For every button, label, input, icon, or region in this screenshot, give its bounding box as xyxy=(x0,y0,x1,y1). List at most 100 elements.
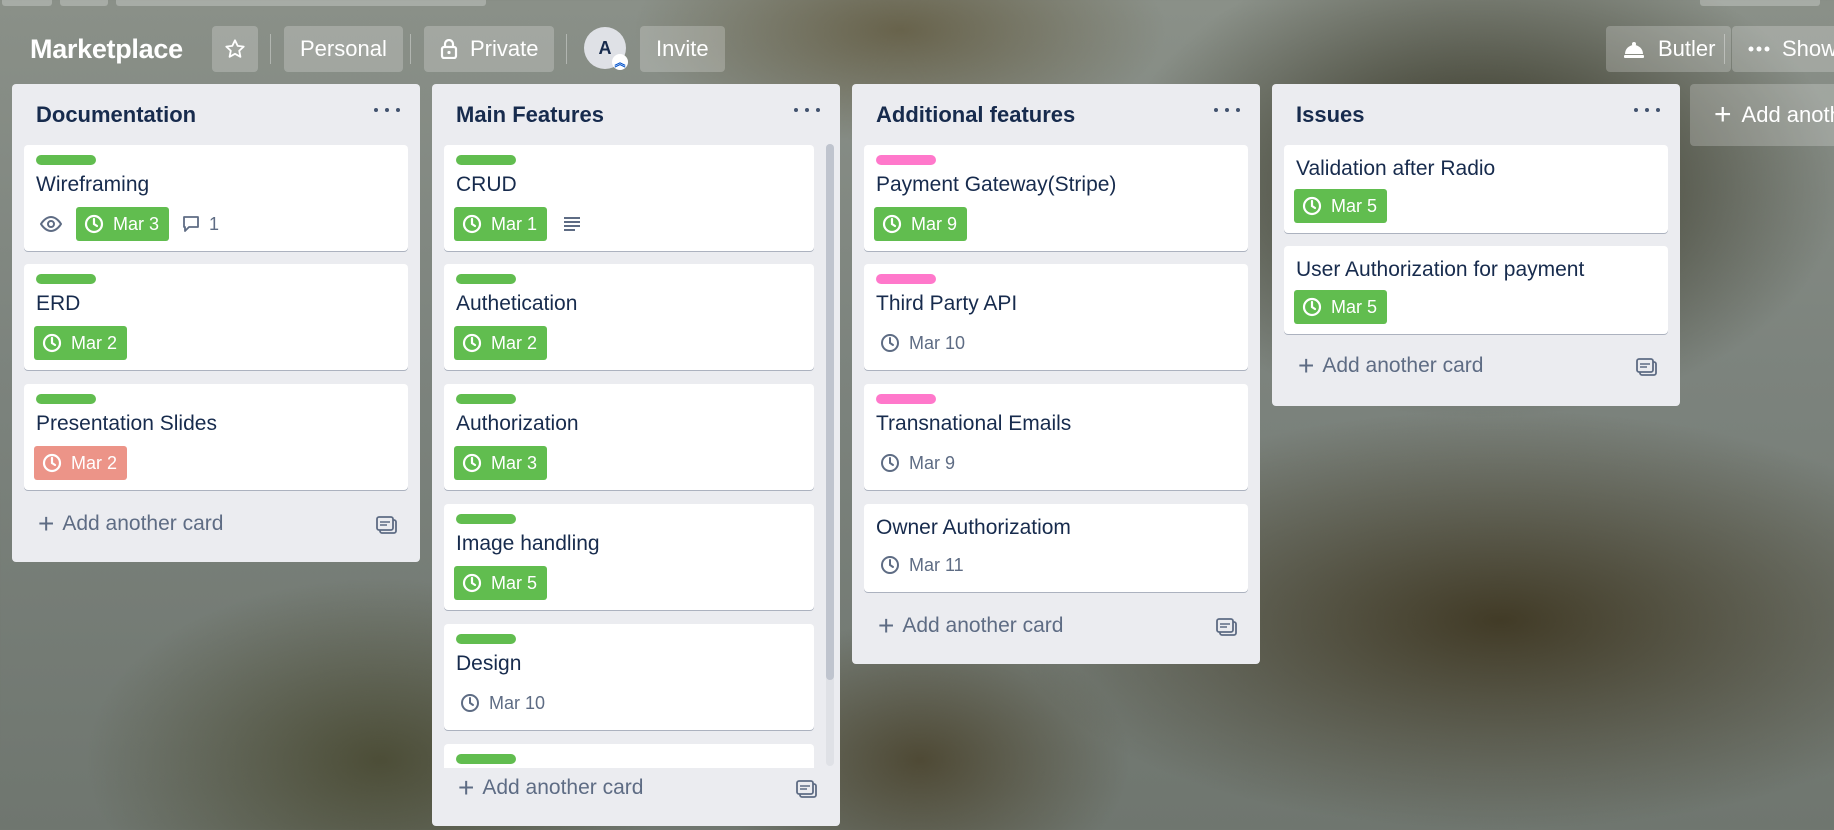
due-date-badge[interactable]: Mar 3 xyxy=(76,207,170,241)
card-user-authorization-payment[interactable]: User Authorization for payment Mar 5 xyxy=(1284,246,1668,334)
due-date-text: Mar 3 xyxy=(491,452,538,473)
card-label-pink[interactable] xyxy=(876,155,936,165)
list-menu-button[interactable] xyxy=(1634,100,1660,120)
card-label-green[interactable] xyxy=(456,274,516,284)
list-menu-button[interactable] xyxy=(374,100,400,120)
due-date-text: Mar 9 xyxy=(909,452,956,473)
card-label-pink[interactable] xyxy=(876,274,936,284)
card-template-icon[interactable] xyxy=(1216,618,1238,643)
avatar-initial: A xyxy=(598,37,612,58)
card-partial[interactable] xyxy=(444,744,814,768)
plus-icon: + xyxy=(1298,350,1315,381)
invite-button[interactable]: Invite xyxy=(640,26,725,72)
scrollbar-thumb[interactable] xyxy=(826,144,834,680)
more-dots-icon xyxy=(385,108,389,112)
due-date-badge[interactable]: Mar 3 xyxy=(454,446,548,480)
card-template-icon[interactable] xyxy=(376,516,398,541)
add-card-button[interactable]: + Add another card xyxy=(1298,352,1483,380)
watching-eye-icon xyxy=(40,216,62,232)
top-nav-strip xyxy=(0,0,1834,10)
header-divider xyxy=(410,34,411,64)
due-date-badge[interactable]: Mar 11 xyxy=(874,548,974,582)
list-scrollbar[interactable] xyxy=(826,144,834,766)
card-label-pink[interactable] xyxy=(876,394,936,404)
card-authorization[interactable]: Authorization Mar 3 xyxy=(444,384,814,490)
card-payment-gateway[interactable]: Payment Gateway(Stripe) Mar 9 xyxy=(864,145,1248,251)
more-dots-icon xyxy=(1225,108,1229,112)
due-date-badge[interactable]: Mar 2 xyxy=(454,326,548,360)
card-label-green[interactable] xyxy=(36,155,96,165)
card-validation-after-radio[interactable]: Validation after Radio Mar 5 xyxy=(1284,145,1668,233)
due-date-badge[interactable]: Mar 5 xyxy=(1294,189,1388,223)
add-card-label: Add another card xyxy=(1322,354,1484,377)
due-date-badge[interactable]: Mar 9 xyxy=(874,207,968,241)
list-title[interactable]: Additional features xyxy=(876,102,1075,128)
admin-chevron-icon: ︽ xyxy=(612,54,628,70)
clock-icon xyxy=(42,333,62,353)
comment-icon xyxy=(183,216,199,232)
due-date-badge[interactable]: Mar 5 xyxy=(454,566,548,600)
comment-count-text: 1 xyxy=(209,213,220,234)
due-date-text: Mar 1 xyxy=(491,213,538,234)
card-authetication[interactable]: Authetication Mar 2 xyxy=(444,264,814,370)
add-card-button[interactable]: + Add another card xyxy=(878,612,1063,640)
visibility-button[interactable]: Private xyxy=(424,26,555,72)
card-title: Payment Gateway(Stripe) xyxy=(876,173,1117,196)
due-date-badge[interactable]: Mar 2 xyxy=(34,326,128,360)
add-list-button[interactable]: + Add anoth xyxy=(1690,84,1834,146)
invite-label: Invite xyxy=(656,36,709,61)
show-menu-label: Show xyxy=(1782,36,1834,61)
list-title[interactable]: Issues xyxy=(1296,102,1365,128)
card-title: Third Party API xyxy=(876,292,1018,315)
card-label-green[interactable] xyxy=(456,754,516,764)
card-owner-authorizatiom[interactable]: Owner Authorizatiom Mar 11 xyxy=(864,504,1248,592)
due-date-badge[interactable]: Mar 10 xyxy=(454,686,555,720)
list-header: Additional features xyxy=(852,84,1260,146)
clock-icon xyxy=(882,214,902,234)
card-badges: Mar 3 xyxy=(454,446,559,480)
card-badges: Mar 9 xyxy=(874,446,977,480)
card-crud[interactable]: CRUD Mar 1 xyxy=(444,145,814,251)
butler-label: Butler xyxy=(1658,36,1716,61)
card-label-green[interactable] xyxy=(36,394,96,404)
card-label-green[interactable] xyxy=(456,514,516,524)
header-divider xyxy=(1724,34,1725,64)
card-template-icon[interactable] xyxy=(1636,358,1658,383)
due-date-text: Mar 2 xyxy=(491,332,538,353)
due-date-badge[interactable]: Mar 10 xyxy=(874,326,975,360)
card-badges: Mar 3 1 xyxy=(34,207,231,241)
butler-button[interactable]: Butler xyxy=(1606,26,1732,72)
add-card-button[interactable]: + Add another card xyxy=(38,510,223,538)
list-title[interactable]: Documentation xyxy=(36,102,196,128)
card-title: Transnational Emails xyxy=(876,412,1072,435)
more-dots-icon xyxy=(1214,108,1218,112)
due-date-text: Mar 5 xyxy=(1331,296,1378,317)
star-button[interactable] xyxy=(212,26,258,72)
more-dots-icon xyxy=(396,108,400,112)
card-wireframing[interactable]: Wireframing Mar 3 1 xyxy=(24,145,408,251)
card-title: CRUD xyxy=(456,173,517,196)
card-label-green[interactable] xyxy=(36,274,96,284)
card-title: User Authorization for payment xyxy=(1296,258,1585,281)
due-date-badge[interactable]: Mar 1 xyxy=(454,207,548,241)
due-date-badge[interactable]: Mar 5 xyxy=(1294,290,1388,324)
team-button[interactable]: Personal xyxy=(284,26,403,72)
card-image-handling[interactable]: Image handling Mar 5 xyxy=(444,504,814,610)
card-erd[interactable]: ERD Mar 2 xyxy=(24,264,408,370)
add-card-button[interactable]: + Add another card xyxy=(458,774,643,802)
due-date-text: Mar 2 xyxy=(71,452,118,473)
show-menu-button[interactable]: Show xyxy=(1732,26,1834,72)
card-label-green[interactable] xyxy=(456,394,516,404)
due-date-badge-overdue[interactable]: Mar 2 xyxy=(34,446,128,480)
list-menu-button[interactable] xyxy=(1214,100,1240,120)
card-title: Validation after Radio xyxy=(1296,157,1496,180)
card-template-icon[interactable] xyxy=(796,780,818,805)
card-third-party-api[interactable]: Third Party API Mar 10 xyxy=(864,264,1248,370)
card-transnational-emails[interactable]: Transnational Emails Mar 9 xyxy=(864,384,1248,490)
card-design[interactable]: Design Mar 10 xyxy=(444,624,814,730)
card-label-green[interactable] xyxy=(456,634,516,644)
card-presentation-slides[interactable]: Presentation Slides Mar 2 xyxy=(24,384,408,490)
due-date-badge[interactable]: Mar 9 xyxy=(874,446,965,480)
card-label-green[interactable] xyxy=(456,155,516,165)
board-title[interactable]: Marketplace xyxy=(30,34,183,65)
